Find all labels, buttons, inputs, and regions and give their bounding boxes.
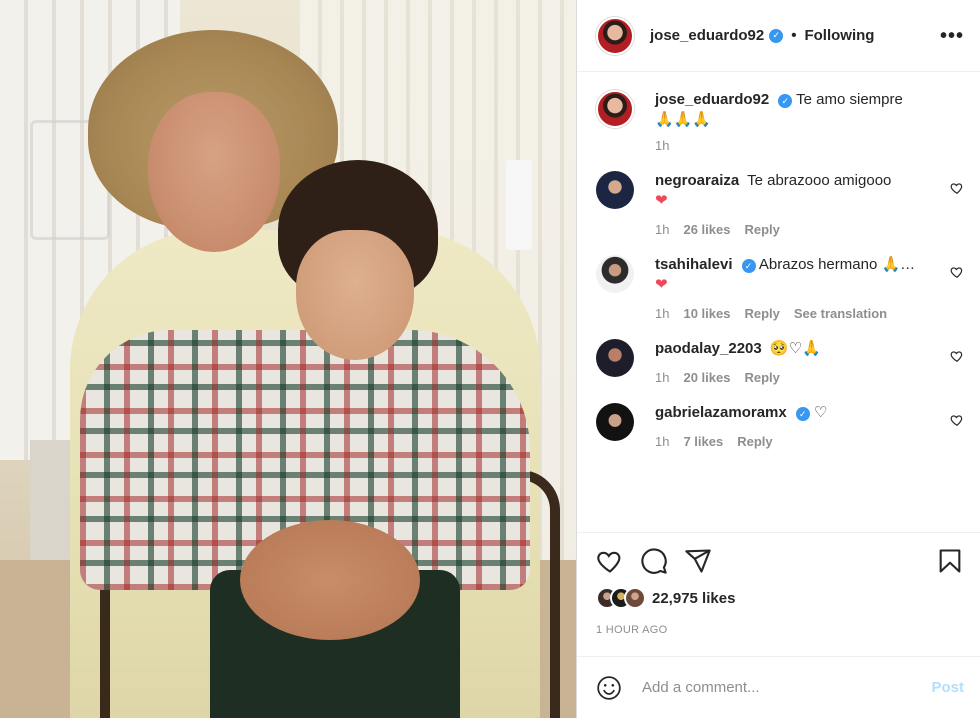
caption-text-line: jose_eduardo92 ✓ Te amo siempre xyxy=(655,90,934,110)
comment-time[interactable]: 1h xyxy=(655,434,669,449)
photo-hands xyxy=(240,520,420,640)
photo-boy-face xyxy=(296,230,414,360)
post-time-ago[interactable]: 1 HOUR AGO xyxy=(596,624,964,636)
comment-time[interactable]: 1h xyxy=(655,370,669,385)
comment-bubble-icon[interactable] xyxy=(640,547,668,575)
add-comment-bar: Post xyxy=(577,656,980,718)
commenter-avatar[interactable] xyxy=(596,339,634,377)
comment-username[interactable]: negroaraiza xyxy=(655,172,739,189)
caption-avatar[interactable] xyxy=(596,90,634,128)
photo-bike-sticker xyxy=(506,160,532,250)
comment-heart-emoji: ❤ xyxy=(655,276,668,293)
comment-time[interactable]: 1h xyxy=(655,222,669,237)
reply-button[interactable]: Reply xyxy=(737,434,772,449)
following-button[interactable]: Following xyxy=(804,27,874,44)
comment-text: ♡ xyxy=(813,404,828,421)
comment-time[interactable]: 1h xyxy=(655,306,669,321)
caption-time[interactable]: 1h xyxy=(655,138,669,153)
comment-meta: 1h 10 likes Reply See translation xyxy=(655,306,934,321)
comment-text: Te abrazooo amigooo xyxy=(747,172,892,189)
comment-body: negroaraiza Te abrazooo amigooo ❤ 1h 26 … xyxy=(655,171,964,237)
reply-button[interactable]: Reply xyxy=(744,306,779,321)
liker-avatars xyxy=(596,587,646,609)
comment-body: tsahihalevi ✓ Abrazos hermano 🙏… ❤ 1h 10 … xyxy=(655,255,964,321)
comment-likes[interactable]: 26 likes xyxy=(683,222,730,237)
comment-heart-emoji: ❤ xyxy=(655,192,668,209)
paper-plane-icon[interactable] xyxy=(684,547,712,575)
reply-button[interactable]: Reply xyxy=(744,370,779,385)
comment-item: negroaraiza Te abrazooo amigooo ❤ 1h 26 … xyxy=(596,171,964,237)
reply-button[interactable]: Reply xyxy=(744,222,779,237)
post-comment-button[interactable]: Post xyxy=(931,679,964,696)
caption-emojis: 🙏🙏🙏 xyxy=(655,111,712,128)
commenter-avatar[interactable] xyxy=(596,255,634,293)
comment-item: gabrielazamoramx ✓ ♡ 1h 7 likes Reply xyxy=(596,403,964,449)
action-row xyxy=(596,547,964,575)
liker-avatar[interactable] xyxy=(624,587,646,609)
comment-text-line: paodalay_2203 🥺♡🙏 xyxy=(655,339,934,359)
comment-like-heart-icon[interactable] xyxy=(950,413,964,427)
post-header: jose_eduardo92 ✓ • Following ••• xyxy=(577,0,980,72)
smiley-icon[interactable] xyxy=(596,675,622,701)
comment-meta: 1h 26 likes Reply xyxy=(655,222,934,237)
see-translation-button[interactable]: See translation xyxy=(794,306,887,321)
verified-badge-icon: ✓ xyxy=(769,28,784,43)
comment-item: paodalay_2203 🥺♡🙏 1h 20 likes Reply xyxy=(596,339,964,385)
comment-body: paodalay_2203 🥺♡🙏 1h 20 likes Reply xyxy=(655,339,964,385)
comment-text: Abrazos hermano 🙏… xyxy=(758,256,916,273)
comment-item: tsahihalevi ✓ Abrazos hermano 🙏… ❤ 1h 10 … xyxy=(596,255,964,321)
caption-text: Te amo siempre xyxy=(796,91,903,108)
comment-username[interactable]: tsahihalevi xyxy=(655,256,733,273)
header-user: jose_eduardo92 ✓ • Following xyxy=(650,27,874,44)
comment-text-line: gabrielazamoramx ✓ ♡ xyxy=(655,403,934,423)
comment-text: 🥺♡🙏 xyxy=(769,340,821,357)
separator-dot: • xyxy=(791,27,797,44)
likes-row: 22,975 likes xyxy=(596,584,964,612)
owner-avatar[interactable] xyxy=(596,16,634,55)
comment-body: gabrielazamoramx ✓ ♡ 1h 7 likes Reply xyxy=(655,403,964,449)
commenter-avatar[interactable] xyxy=(596,171,634,209)
post-side-panel: jose_eduardo92 ✓ • Following ••• jose_ed… xyxy=(576,0,980,718)
comment-meta: 1h 20 likes Reply xyxy=(655,370,934,385)
photo-woman-face xyxy=(148,92,280,252)
caption: jose_eduardo92 ✓ Te amo siempre 🙏🙏🙏 1h xyxy=(596,90,964,153)
verified-badge-icon: ✓ xyxy=(741,259,756,273)
heart-icon[interactable] xyxy=(596,547,624,575)
comment-username[interactable]: paodalay_2203 xyxy=(655,340,762,357)
comment-likes[interactable]: 20 likes xyxy=(683,370,730,385)
comment-text-line: negroaraiza Te abrazooo amigooo xyxy=(655,171,934,191)
bookmark-icon[interactable] xyxy=(936,547,964,575)
comments-list[interactable]: jose_eduardo92 ✓ Te amo siempre 🙏🙏🙏 1h ne… xyxy=(577,72,980,532)
verified-badge-icon: ✓ xyxy=(778,94,793,108)
comment-like-heart-icon[interactable] xyxy=(950,181,964,195)
comment-text-line: tsahihalevi ✓ Abrazos hermano 🙏… xyxy=(655,255,934,275)
caption-meta: 1h xyxy=(655,138,934,153)
comment-meta: 1h 7 likes Reply xyxy=(655,434,934,449)
likes-count[interactable]: 22,975 likes xyxy=(652,590,735,607)
commenter-avatar[interactable] xyxy=(596,403,634,441)
post-modal: jose_eduardo92 ✓ • Following ••• jose_ed… xyxy=(0,0,980,718)
owner-username[interactable]: jose_eduardo92 xyxy=(650,27,764,44)
comment-input[interactable] xyxy=(642,679,932,696)
comment-likes[interactable]: 7 likes xyxy=(683,434,723,449)
post-photo xyxy=(0,0,576,718)
post-actions: 22,975 likes 1 HOUR AGO xyxy=(577,532,980,636)
verified-badge-icon: ✓ xyxy=(795,407,810,421)
more-options-icon[interactable]: ••• xyxy=(940,26,964,46)
caption-body: jose_eduardo92 ✓ Te amo siempre 🙏🙏🙏 1h xyxy=(655,90,964,153)
comment-likes[interactable]: 10 likes xyxy=(683,306,730,321)
caption-username[interactable]: jose_eduardo92 xyxy=(655,91,769,108)
comment-username[interactable]: gabrielazamoramx xyxy=(655,404,787,421)
comment-like-heart-icon[interactable] xyxy=(950,265,964,279)
comment-like-heart-icon[interactable] xyxy=(950,349,964,363)
